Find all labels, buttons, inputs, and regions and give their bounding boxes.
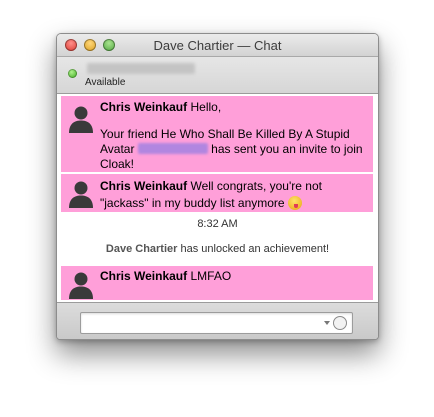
emoticon-picker-button[interactable] bbox=[324, 315, 350, 331]
user-avatar-icon bbox=[69, 106, 93, 133]
status-label[interactable]: Available bbox=[85, 77, 125, 88]
title-bar[interactable]: Dave Chartier — Chat bbox=[57, 34, 378, 57]
message-text: Hello, bbox=[190, 100, 222, 114]
tongue-out-emoji-icon bbox=[287, 196, 302, 210]
message-text: LMFAO bbox=[190, 269, 232, 283]
redacted-email bbox=[137, 143, 208, 154]
message-sender: Chris Weinkauf bbox=[100, 100, 188, 114]
status-bar: Available bbox=[57, 57, 378, 94]
chat-window: Dave Chartier — Chat Available Chris Wei… bbox=[56, 33, 379, 340]
timestamp: 8:32 AM bbox=[197, 218, 238, 230]
account-name-redacted bbox=[87, 63, 195, 74]
message-input[interactable] bbox=[80, 312, 353, 334]
user-avatar-icon bbox=[69, 181, 93, 208]
chat-message: Chris Weinkauf LMFAO bbox=[61, 266, 373, 300]
user-avatar-icon bbox=[69, 272, 93, 299]
chat-transcript[interactable]: Chris Weinkauf Hello, Your friend He Who… bbox=[57, 94, 378, 302]
system-message: Dave Chartier has unlocked an achievemen… bbox=[57, 243, 378, 255]
input-bar bbox=[57, 302, 378, 339]
smiley-icon bbox=[333, 316, 347, 330]
system-message-subject: Dave Chartier bbox=[105, 243, 178, 255]
system-message-text: has unlocked an achievement! bbox=[180, 243, 330, 255]
chevron-down-icon bbox=[324, 321, 330, 325]
window-title: Dave Chartier — Chat bbox=[153, 38, 282, 53]
chat-message: Chris Weinkauf Well congrats, you're not… bbox=[61, 174, 373, 212]
available-dot-icon[interactable] bbox=[68, 69, 77, 78]
message-sender: Chris Weinkauf bbox=[100, 269, 188, 283]
chat-message: Chris Weinkauf Hello, Your friend He Who… bbox=[61, 96, 373, 172]
message-sender: Chris Weinkauf bbox=[100, 179, 188, 193]
